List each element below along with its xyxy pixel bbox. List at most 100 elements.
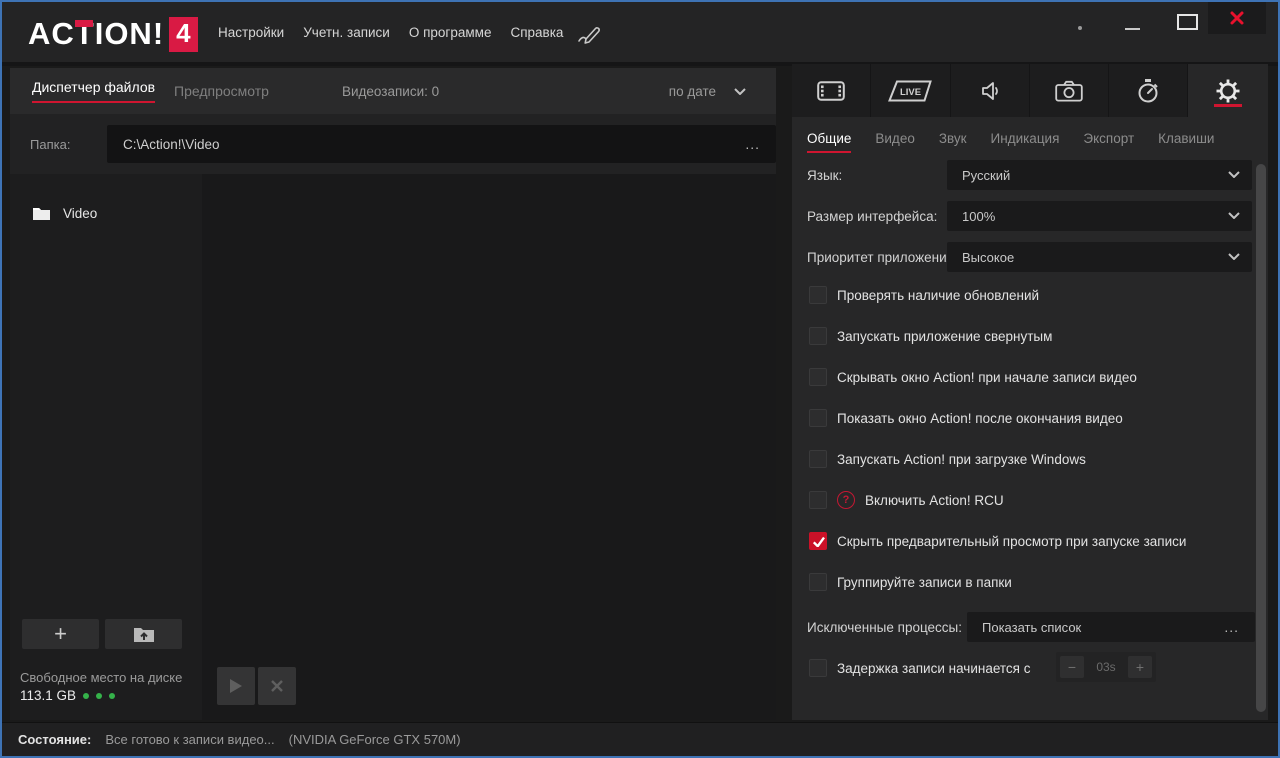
folder-upload-icon xyxy=(133,627,154,642)
camera-icon xyxy=(1055,80,1083,102)
delay-stepper: − 03s + xyxy=(1056,652,1156,682)
menu-accounts[interactable]: Учетн. записи xyxy=(303,25,390,40)
logo-text: ACTION! xyxy=(28,16,165,51)
menu-about[interactable]: О программе xyxy=(409,25,492,40)
status-text: Все готово к записи видео... xyxy=(105,732,275,747)
free-space-row: 113.1 GB xyxy=(20,688,116,703)
tab-screenshots[interactable] xyxy=(1029,64,1110,117)
plus-icon: + xyxy=(54,621,67,646)
play-button[interactable] xyxy=(217,667,255,705)
settings-tabs: Общие Видео Звук Индикация Экспорт Клави… xyxy=(807,117,1253,159)
mode-icon-tabs: LIVE xyxy=(792,64,1268,117)
checkbox-show-after-record[interactable]: Показать окно Action! после окончания ви… xyxy=(809,408,1123,428)
add-folder-button[interactable]: + xyxy=(22,619,99,649)
ui-size-label: Размер интерфейса: xyxy=(807,208,938,224)
browse-folder-button[interactable]: ... xyxy=(739,125,766,163)
language-row: Язык: Русский xyxy=(792,160,1268,190)
folder-icon xyxy=(33,207,50,220)
x-icon xyxy=(271,680,283,692)
priority-row: Приоритет приложения Высокое xyxy=(792,242,1268,272)
file-manager-header: Диспетчер файлов Предпросмотр Видеозапис… xyxy=(10,68,776,114)
sort-dropdown[interactable]: по дате xyxy=(669,68,746,114)
free-space-value: 113.1 GB xyxy=(20,688,77,703)
checkbox-icon xyxy=(809,286,827,304)
active-tab-underline xyxy=(1214,104,1243,107)
app-logo: ACTION! 4 xyxy=(28,13,198,55)
live-icon: LIVE xyxy=(888,80,933,101)
tab-preview[interactable]: Предпросмотр xyxy=(174,68,269,114)
tab-sound[interactable]: Звук xyxy=(939,131,967,146)
chevron-down-icon xyxy=(1228,212,1240,219)
tree-item-label: Video xyxy=(63,205,98,221)
tab-hotkeys[interactable]: Клавиши xyxy=(1158,131,1214,146)
chevron-down-icon xyxy=(1228,171,1240,178)
tab-general[interactable]: Общие xyxy=(807,130,852,153)
checkbox-hide-preview[interactable]: Скрыть предварительный просмотр при запу… xyxy=(809,531,1186,551)
tab-benchmark[interactable] xyxy=(1109,64,1189,117)
language-select[interactable]: Русский xyxy=(947,160,1252,190)
titlebar: ACTION! 4 Настройки Учетн. записи О прог… xyxy=(2,2,1278,62)
close-icon xyxy=(1230,11,1244,25)
tab-export[interactable]: Экспорт xyxy=(1083,131,1134,146)
disk-status-dot-icon xyxy=(109,692,116,699)
stopwatch-icon xyxy=(1138,78,1159,102)
folder-label: Папка: xyxy=(30,136,71,152)
play-icon xyxy=(230,679,242,693)
folder-path-value: C:\Action!\Video xyxy=(123,136,220,152)
tab-video[interactable]: Видео xyxy=(875,131,914,146)
close-button[interactable] xyxy=(1208,2,1266,34)
import-folder-button[interactable] xyxy=(105,619,182,649)
status-label: Состояние: xyxy=(18,732,92,747)
checkbox-icon xyxy=(809,327,827,345)
maximize-button[interactable] xyxy=(1177,14,1198,30)
checkbox-start-minimized[interactable]: Запускать приложение свернутым xyxy=(809,326,1052,346)
tab-audio[interactable] xyxy=(950,64,1030,117)
folder-row: Папка: C:\Action!\Video ... xyxy=(10,114,776,174)
settings-panel: LIVE Общие Видео Звук Индикация Экспорт … xyxy=(792,64,1268,720)
delay-value: 03s xyxy=(1096,660,1116,674)
minimize-button[interactable] xyxy=(1125,28,1140,30)
logo-version-badge: 4 xyxy=(169,16,198,52)
disk-status-dot-icon xyxy=(96,692,103,699)
tab-live-streaming[interactable]: LIVE xyxy=(871,64,951,117)
status-gpu: (NVIDIA GeForce GTX 570M) xyxy=(288,732,461,747)
excluded-processes-field[interactable]: Показать список ... xyxy=(967,612,1255,642)
chevron-down-icon xyxy=(1228,253,1240,260)
statusbar: Состояние: Все готово к записи видео... … xyxy=(2,722,1278,756)
sort-value: по дате xyxy=(668,83,716,99)
checkbox-icon xyxy=(809,573,827,591)
ui-size-select[interactable]: 100% xyxy=(947,201,1252,231)
checkbox-hide-on-record[interactable]: Скрывать окно Action! при начале записи … xyxy=(809,367,1137,387)
chevron-down-icon xyxy=(734,87,746,95)
help-icon[interactable]: ? xyxy=(837,491,855,509)
checkbox-check-updates[interactable]: Проверять наличие обновлений xyxy=(809,285,1039,305)
folder-path-input[interactable]: C:\Action!\Video ... xyxy=(107,125,776,163)
excluded-processes-label: Исключенные процессы: xyxy=(807,619,962,635)
minus-icon[interactable]: − xyxy=(1060,656,1084,678)
recordings-list-area xyxy=(202,174,776,720)
delete-button[interactable] xyxy=(258,667,296,705)
menu-help[interactable]: Справка xyxy=(510,25,563,40)
tree-item-video[interactable]: Video xyxy=(10,198,202,228)
logo-red-bar xyxy=(75,20,93,27)
checkbox-autostart-windows[interactable]: Запускать Action! при загрузке Windows xyxy=(809,449,1086,469)
plus-icon[interactable]: + xyxy=(1127,656,1152,678)
tab-settings[interactable] xyxy=(1188,64,1268,117)
priority-select[interactable]: Высокое xyxy=(947,242,1252,272)
film-icon xyxy=(817,80,845,101)
tab-indication[interactable]: Индикация xyxy=(991,131,1060,146)
tray-dot-icon[interactable] xyxy=(1078,26,1082,30)
excluded-list-button[interactable]: ... xyxy=(1218,612,1245,642)
pen-tool-icon[interactable] xyxy=(576,22,606,46)
settings-scrollbar[interactable] xyxy=(1256,164,1266,712)
checkbox-record-delay[interactable]: Задержка записи начинается с − 03s + xyxy=(809,652,1156,682)
menu-settings[interactable]: Настройки xyxy=(218,25,284,40)
folder-tree-sidebar: Video + Свободное место на диске 113.1 G… xyxy=(10,174,202,720)
tab-file-manager[interactable]: Диспетчер файлов xyxy=(32,68,156,114)
tab-video-recording[interactable] xyxy=(792,64,872,117)
action-app-window: ACTION! 4 Настройки Учетн. записи О прог… xyxy=(0,0,1280,758)
disk-status-dot-icon xyxy=(83,692,90,699)
free-space-label: Свободное место на диске xyxy=(20,670,183,685)
checkbox-enable-rcu[interactable]: ? Включить Action! RCU xyxy=(809,490,1004,510)
checkbox-group-recordings[interactable]: Группируйте записи в папки xyxy=(809,572,1012,592)
